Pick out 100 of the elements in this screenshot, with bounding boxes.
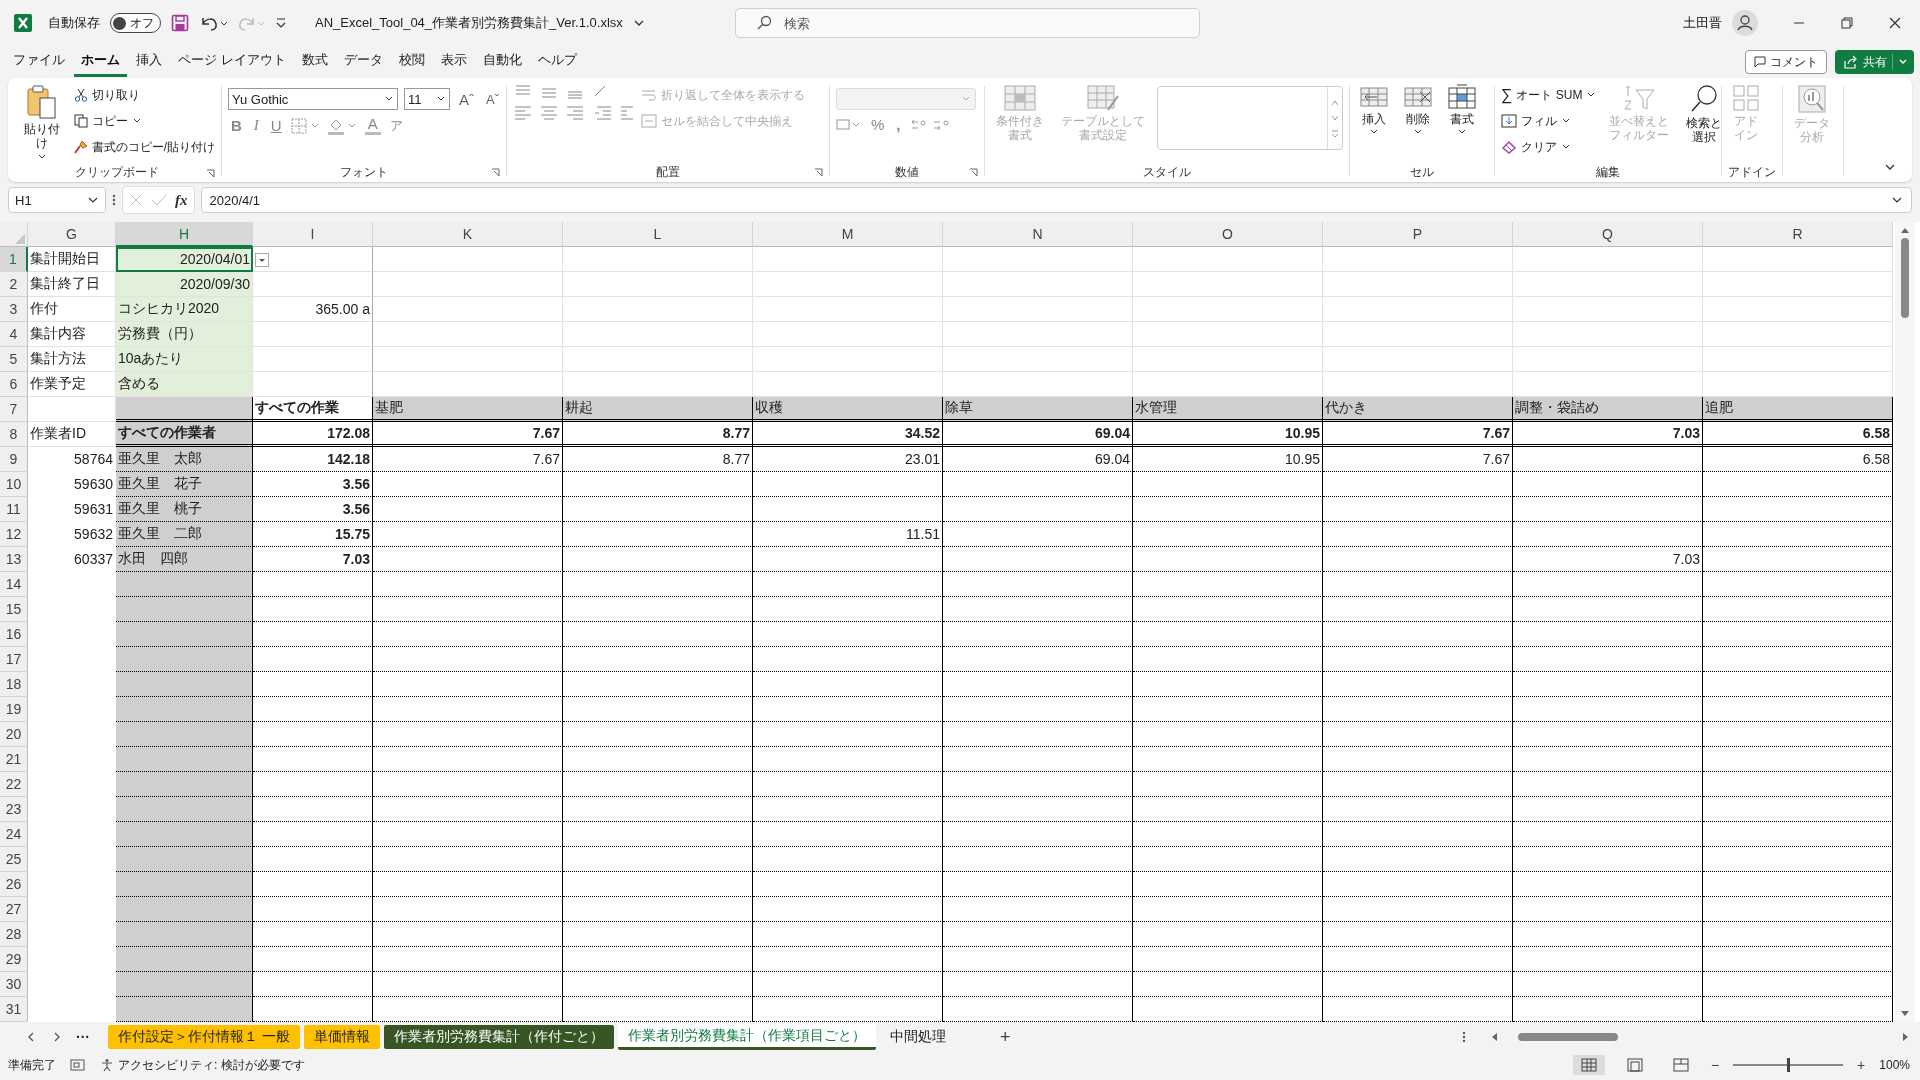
underline-button[interactable]: U	[267, 117, 285, 134]
row-header[interactable]: 23	[0, 797, 28, 822]
dialog-launcher-icon[interactable]	[206, 168, 215, 178]
row-header[interactable]: 6	[0, 372, 28, 397]
customize-caret-icon[interactable]	[275, 16, 287, 30]
column-header[interactable]: M	[753, 222, 943, 247]
comment-button[interactable]: コメント	[1745, 50, 1827, 74]
close-icon[interactable]	[1888, 16, 1902, 30]
font-name-field[interactable]: Yu Gothic	[228, 88, 398, 110]
paste-button[interactable]: 貼り付け	[18, 82, 66, 163]
row-header[interactable]: 9	[0, 447, 28, 472]
dialog-launcher-icon[interactable]	[814, 168, 823, 177]
row-header[interactable]: 26	[0, 872, 28, 897]
row-header[interactable]: 29	[0, 947, 28, 972]
shrink-font-button[interactable]: Aˇ	[483, 91, 502, 107]
row-header[interactable]: 31	[0, 997, 28, 1022]
scroll-right-icon[interactable]	[1902, 1032, 1910, 1042]
column-header[interactable]: Q	[1513, 222, 1703, 247]
clear-button[interactable]: クリア	[1501, 136, 1597, 158]
column-header[interactable]: H	[116, 222, 253, 247]
more-sheets-button[interactable]: ···	[76, 1029, 90, 1045]
zoom-out-button[interactable]: −	[1710, 1057, 1720, 1073]
row-header[interactable]: 8	[0, 422, 28, 447]
menu-tab[interactable]: ファイル	[6, 47, 72, 77]
more-options-icon[interactable]	[112, 193, 116, 207]
column-header[interactable]: R	[1703, 222, 1893, 247]
insert-cells-button[interactable]: 挿入	[1356, 82, 1392, 139]
column-header[interactable]: L	[563, 222, 753, 247]
zoom-level[interactable]: 100%	[1879, 1058, 1910, 1072]
row-header[interactable]: 12	[0, 522, 28, 547]
menu-tab[interactable]: 数式	[294, 47, 335, 77]
fill-button[interactable]: フィル	[1501, 110, 1597, 132]
copy-button[interactable]: コピー	[73, 110, 215, 132]
row-header[interactable]: 19	[0, 697, 28, 722]
menu-tab[interactable]: ヘルプ	[530, 47, 584, 77]
horizontal-scrollbar[interactable]	[1490, 1032, 1910, 1042]
row-header[interactable]: 30	[0, 972, 28, 997]
row-header[interactable]: 24	[0, 822, 28, 847]
delete-cells-button[interactable]: 削除	[1400, 82, 1436, 139]
row-header[interactable]: 3	[0, 297, 28, 322]
search-field[interactable]: 検索	[735, 8, 1200, 38]
column-header[interactable]: K	[373, 222, 563, 247]
menu-tab[interactable]: データ	[336, 47, 390, 77]
add-sheet-button[interactable]: +	[999, 1026, 1011, 1048]
file-name[interactable]: AN_Excel_Tool_04_作業者別労務費集計_Ver.1.0.xlsx	[315, 14, 623, 32]
row-header[interactable]: 21	[0, 747, 28, 772]
sheet-tab[interactable]: 作業者別労務費集計（作付ごと）	[383, 1025, 614, 1049]
insert-function-button[interactable]: fx	[175, 191, 188, 209]
row-header[interactable]: 20	[0, 722, 28, 747]
avatar-icon[interactable]	[1732, 10, 1758, 36]
font-size-field[interactable]: 11	[404, 88, 450, 110]
row-header[interactable]: 15	[0, 597, 28, 622]
dialog-launcher-icon[interactable]	[491, 168, 500, 177]
format-painter-button[interactable]: 書式のコピー/貼り付け	[73, 136, 215, 158]
row-header[interactable]: 11	[0, 497, 28, 522]
menu-tab[interactable]: 挿入	[129, 47, 169, 77]
row-header[interactable]: 22	[0, 772, 28, 797]
italic-button[interactable]: I	[250, 117, 262, 134]
grow-font-button[interactable]: Aˆ	[456, 90, 477, 108]
sheet-tab[interactable]: 単価情報	[303, 1025, 380, 1049]
column-header[interactable]: N	[943, 222, 1133, 247]
share-button[interactable]: 共有	[1835, 50, 1914, 74]
bold-button[interactable]: B	[228, 117, 245, 134]
row-header[interactable]: 5	[0, 347, 28, 372]
row-header[interactable]: 10	[0, 472, 28, 497]
font-color-button[interactable]: A	[364, 116, 381, 135]
scroll-up-icon[interactable]	[1900, 226, 1910, 234]
scroll-left-icon[interactable]	[1490, 1032, 1498, 1042]
row-header[interactable]: 1	[0, 247, 28, 272]
more-options-icon[interactable]	[1462, 1030, 1466, 1044]
scroll-down-icon[interactable]	[1900, 1010, 1910, 1018]
cut-button[interactable]: 切り取り	[73, 84, 215, 106]
menu-tab[interactable]: 自動化	[475, 47, 529, 77]
accessibility-status[interactable]: アクセシビリティ: 検討が必要です	[100, 1056, 305, 1074]
expand-icon[interactable]	[1891, 195, 1903, 205]
row-header[interactable]: 17	[0, 647, 28, 672]
number-format-field[interactable]	[836, 88, 976, 110]
format-cells-button[interactable]: 書式	[1444, 82, 1480, 139]
row-header[interactable]: 13	[0, 547, 28, 572]
row-header[interactable]: 25	[0, 847, 28, 872]
row-header[interactable]: 16	[0, 622, 28, 647]
sheet-tab[interactable]: 作付設定＞作付情報１ 一般	[108, 1025, 300, 1049]
find-select-button[interactable]: 検索と選択	[1681, 82, 1727, 147]
menu-tab[interactable]: ページ レイアウト	[171, 47, 293, 77]
sheet-tab[interactable]: 中間処理	[879, 1025, 956, 1049]
save-icon[interactable]	[171, 14, 189, 32]
column-header[interactable]: O	[1133, 222, 1323, 247]
row-header[interactable]: 7	[0, 397, 28, 422]
menu-tab[interactable]: 表示	[433, 47, 474, 77]
check-icon[interactable]	[151, 193, 167, 207]
phonetic-button[interactable]: ア	[386, 116, 406, 135]
row-header[interactable]: 28	[0, 922, 28, 947]
comma-button[interactable]: ,	[893, 116, 904, 133]
row-header[interactable]: 2	[0, 272, 28, 297]
menu-tab[interactable]: 校閲	[391, 47, 432, 77]
dialog-launcher-icon[interactable]	[969, 168, 978, 177]
collapse-ribbon-icon[interactable]	[1884, 162, 1896, 172]
sheet-tab[interactable]: 作業者別労務費集計（作業項目ごと）	[617, 1024, 876, 1050]
row-header[interactable]: 18	[0, 672, 28, 697]
normal-view-button[interactable]	[1572, 1055, 1605, 1075]
